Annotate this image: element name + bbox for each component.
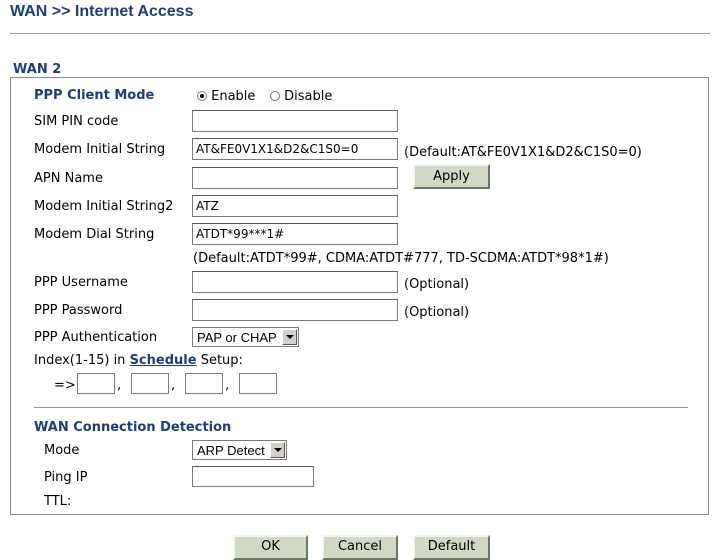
schedule-index-separator: , <box>171 378 176 393</box>
default-button[interactable]: Default <box>413 535 490 560</box>
ok-button[interactable]: OK <box>233 535 308 560</box>
wan-connection-detection-title: WAN Connection Detection <box>34 420 232 435</box>
ppp-authentication-select[interactable]: PAP or CHAP <box>192 327 299 347</box>
ping-ip-label: Ping IP <box>44 470 88 485</box>
schedule-index-line: Index(1-15) in Schedule Setup: <box>34 353 243 368</box>
ppp-client-mode-label: PPP Client Mode <box>34 88 155 103</box>
schedule-index-input-4[interactable] <box>239 373 277 394</box>
title-divider <box>10 33 710 34</box>
chevron-down-icon[interactable] <box>270 442 285 458</box>
ppp-mode-enable-option[interactable]: Enable <box>197 89 255 104</box>
schedule-link[interactable]: Schedule <box>130 353 197 368</box>
modem-dial-string-default: (Default:ATDT*99#, CDMA:ATDT#777, TD-SCD… <box>193 251 609 266</box>
enable-radio[interactable] <box>197 91 207 101</box>
page-title: WAN >> Internet Access <box>10 3 194 20</box>
modem-initial-string-input[interactable]: AT&FE0V1X1&D2&C1S0=0 <box>192 138 398 160</box>
modem-initial-string-label: Modem Initial String <box>34 142 166 157</box>
schedule-index-prefix: Index(1-15) in <box>34 353 126 368</box>
modem-initial-string-default: (Default:AT&FE0V1X1&D2&C1S0=0) <box>404 145 642 160</box>
ppp-password-label: PPP Password <box>34 303 123 318</box>
schedule-index-suffix: Setup: <box>200 353 243 368</box>
ppp-authentication-label: PPP Authentication <box>34 330 158 345</box>
disable-label: Disable <box>284 89 333 104</box>
ppp-password-input[interactable] <box>192 299 398 321</box>
schedule-index-input-1[interactable] <box>77 373 115 394</box>
schedule-index-input-2[interactable] <box>131 373 169 394</box>
detection-mode-label: Mode <box>44 443 80 458</box>
enable-label: Enable <box>211 89 256 104</box>
ppp-password-optional-note: (Optional) <box>404 305 470 320</box>
apn-name-label: APN Name <box>34 171 103 186</box>
ping-ip-input[interactable] <box>192 466 314 487</box>
sim-pin-input[interactable] <box>192 110 398 132</box>
ppp-authentication-value: PAP or CHAP <box>197 329 277 345</box>
detection-mode-value: ARP Detect <box>197 442 265 458</box>
apn-name-input[interactable] <box>192 167 398 189</box>
schedule-index-separator: , <box>225 378 230 393</box>
ppp-username-optional-note: (Optional) <box>404 277 470 292</box>
ttl-label: TTL: <box>44 494 72 509</box>
modem-initial-string2-input[interactable]: ATZ <box>192 195 398 217</box>
ppp-username-input[interactable] <box>192 271 398 293</box>
schedule-index-input-3[interactable] <box>185 373 223 394</box>
apply-button[interactable]: Apply <box>413 164 490 189</box>
modem-initial-string2-label: Modem Initial String2 <box>34 199 174 214</box>
chevron-down-icon[interactable] <box>282 329 297 345</box>
cancel-button[interactable]: Cancel <box>322 535 398 560</box>
schedule-index-arrow: => <box>54 378 76 393</box>
sim-pin-label: SIM PIN code <box>34 114 119 129</box>
section-divider <box>34 407 688 408</box>
ppp-username-label: PPP Username <box>34 275 128 290</box>
modem-dial-string-label: Modem Dial String <box>34 227 155 242</box>
detection-mode-select[interactable]: ARP Detect <box>192 440 287 460</box>
section-title: WAN 2 <box>13 62 62 77</box>
modem-dial-string-input[interactable]: ATDT*99***1# <box>192 223 398 245</box>
schedule-index-separator: , <box>117 378 122 393</box>
disable-radio[interactable] <box>270 91 280 101</box>
ppp-mode-disable-option[interactable]: Disable <box>270 89 332 104</box>
